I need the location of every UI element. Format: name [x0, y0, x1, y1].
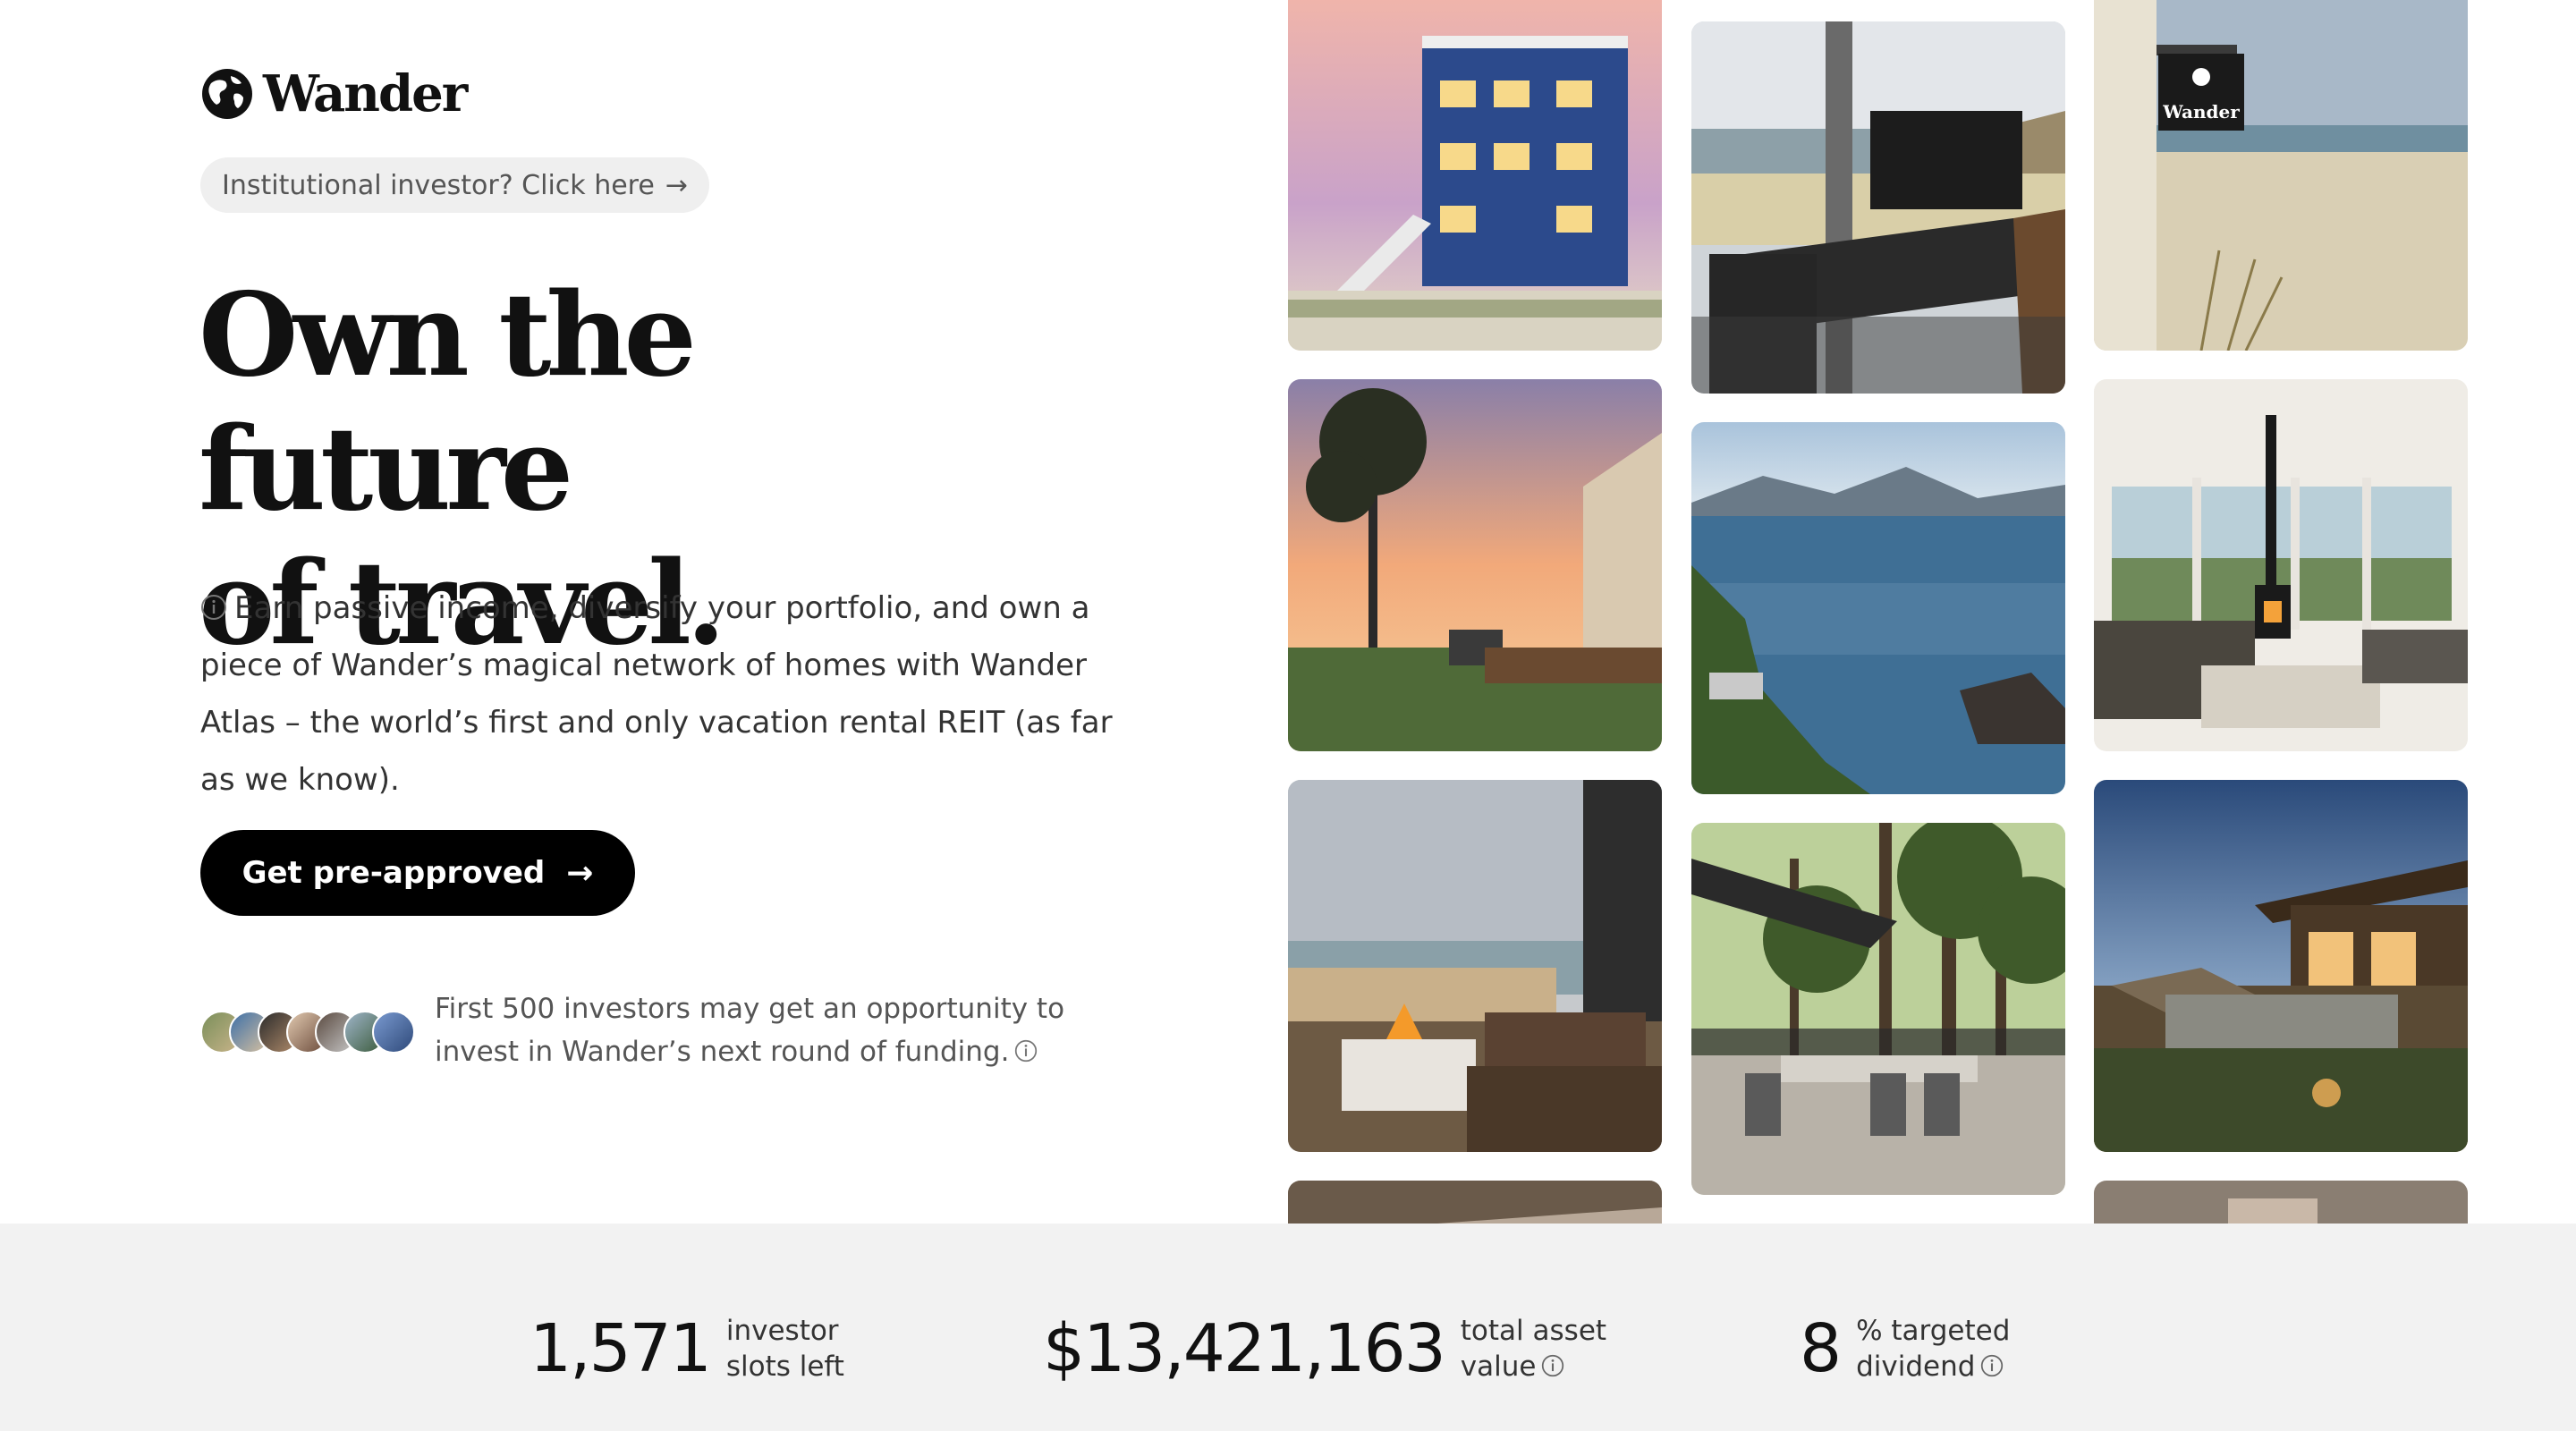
stat-label-line-2: dividend — [1856, 1351, 1976, 1383]
info-icon[interactable] — [1541, 1354, 1564, 1377]
photo-interior-partial[interactable] — [1288, 1181, 1662, 1224]
stat-value: 1,571 — [530, 1310, 712, 1387]
stat-label-line-2: slots left — [725, 1351, 844, 1383]
property-photo-grid: Wander — [0, 0, 2576, 1224]
photo-firepit-deck-beach[interactable] — [1288, 780, 1662, 1152]
stat-label-line-1: total asset — [1460, 1315, 1607, 1347]
stats-bar: 1,571 investor slots left $13,421,163 to… — [0, 1224, 2576, 1431]
stat-value: 8 — [1800, 1310, 1842, 1387]
stat-label-line-1: % targeted — [1856, 1315, 2011, 1347]
stat-value: $13,421,163 — [1043, 1310, 1446, 1387]
photo-office-ocean-view[interactable] — [1691, 21, 2065, 394]
photo-beach-sign[interactable]: Wander — [2094, 0, 2468, 351]
photo-forest-dining-deck[interactable] — [1691, 823, 2065, 1195]
stat-label-line-2-wrap: value — [1461, 1349, 1606, 1384]
stat-total-asset-value: $13,421,163 total asset value — [1043, 1313, 1606, 1384]
stat-investor-slots: 1,571 investor slots left — [530, 1313, 844, 1384]
stat-label: % targeted dividend — [1856, 1313, 2010, 1384]
info-icon[interactable] — [1980, 1354, 2004, 1377]
stat-label-line-2: value — [1460, 1351, 1537, 1383]
stat-label-line-2-wrap: dividend — [1856, 1349, 2010, 1384]
photo-coastal-cliffs[interactable] — [1691, 422, 2065, 794]
photo-interior-partial-2[interactable] — [2094, 1181, 2468, 1224]
photo-living-room-fireplace[interactable] — [2094, 379, 2468, 751]
stat-targeted-dividend: 8 % targeted dividend — [1800, 1313, 2010, 1384]
stat-label-line-1: investor — [725, 1315, 839, 1347]
photo-modern-home-dusk[interactable] — [2094, 780, 2468, 1152]
photo-sunset-deck-trees[interactable] — [1288, 379, 1662, 751]
stat-label: investor slots left — [726, 1313, 844, 1384]
wander-sign-text: Wander — [2162, 101, 2240, 123]
photo-beach-house-sunset[interactable] — [1288, 0, 1662, 351]
stat-label: total asset value — [1461, 1313, 1606, 1384]
